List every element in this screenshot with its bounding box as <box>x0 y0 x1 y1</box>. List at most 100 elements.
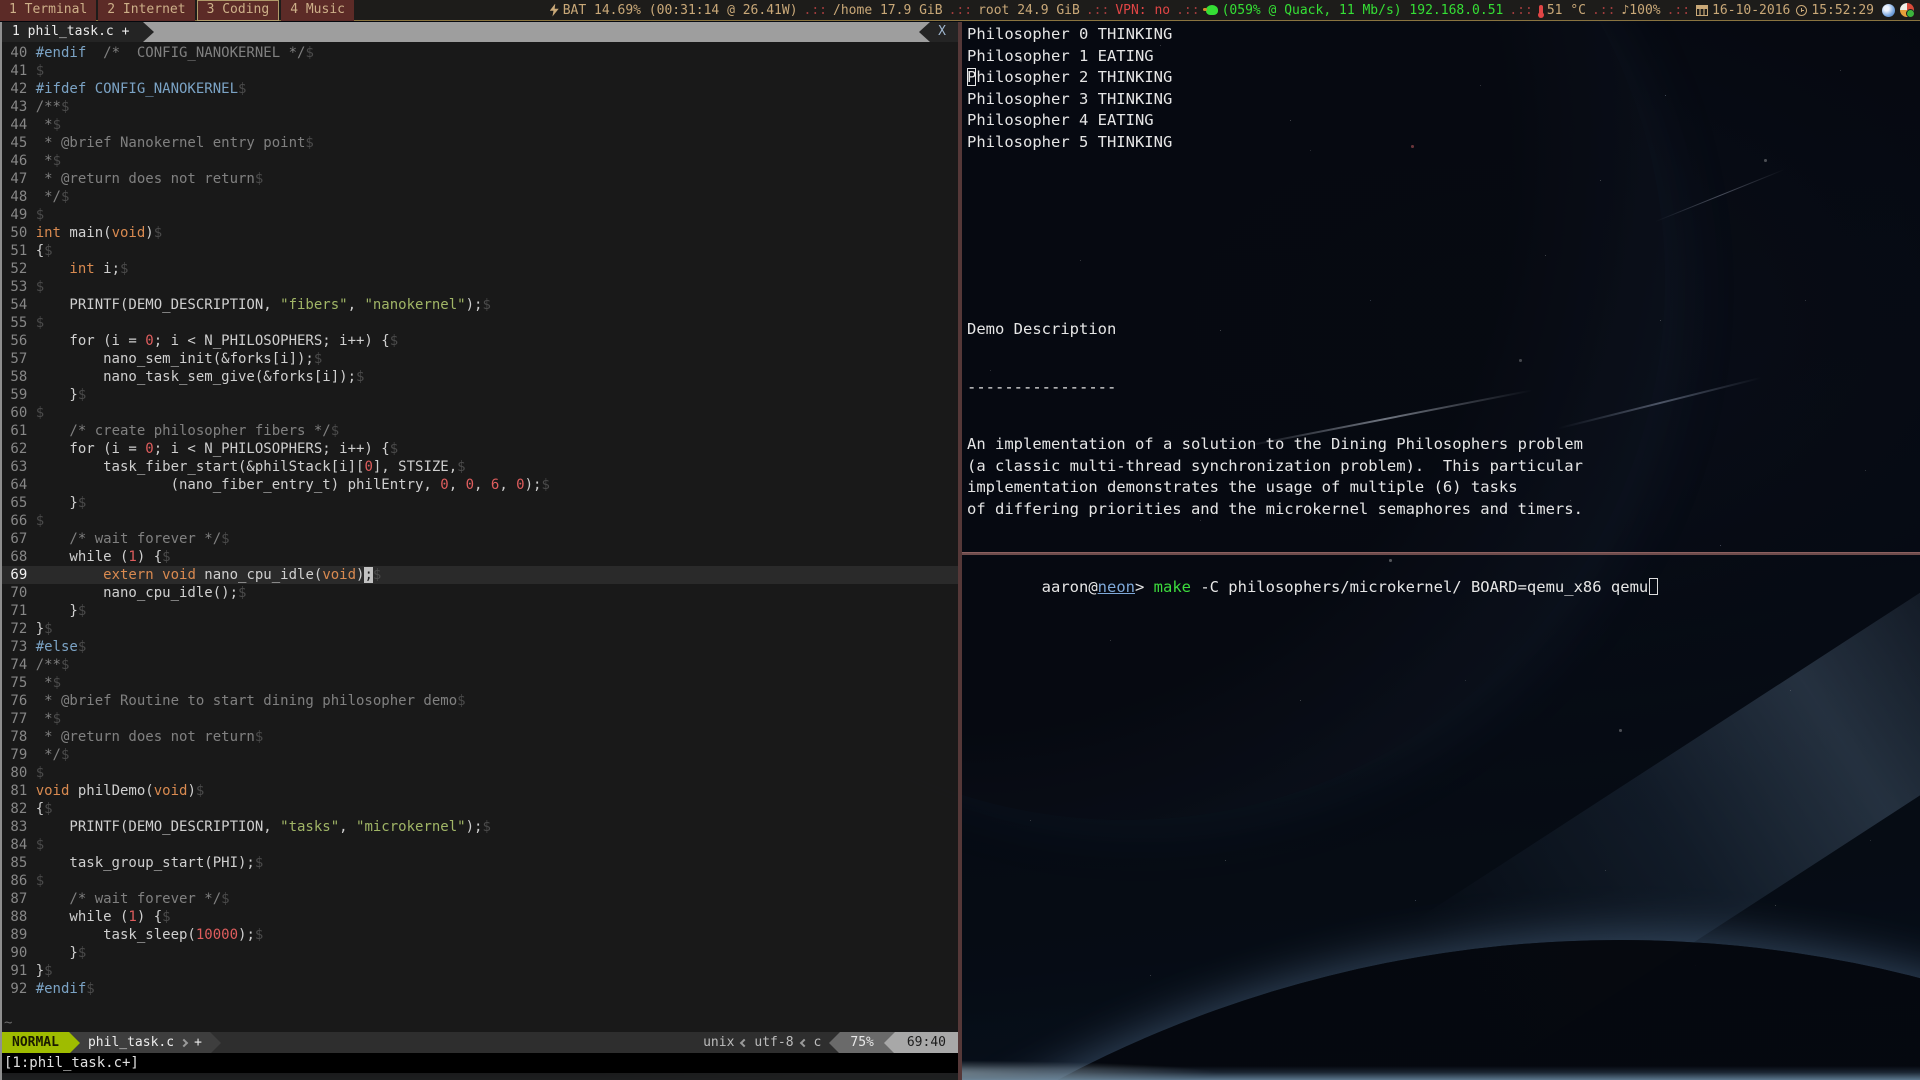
code-line[interactable]: 74/**$ <box>2 656 958 674</box>
code-line[interactable]: 65 }$ <box>2 494 958 512</box>
line-number: 76 <box>2 692 27 710</box>
terminal-window[interactable]: Philosopher 0 THINKINGPhilosopher 1 EATI… <box>962 22 1920 1080</box>
code-line[interactable]: 76 * @brief Routine to start dining phil… <box>2 692 958 710</box>
code-line[interactable]: 66$ <box>2 512 958 530</box>
code-line[interactable]: 47 * @return does not return$ <box>2 170 958 188</box>
code-line[interactable]: 81void philDemo(void)$ <box>2 782 958 800</box>
code-line[interactable]: 52 int i;$ <box>2 260 958 278</box>
line-number: 49 <box>2 206 27 224</box>
horizontal-split-border[interactable] <box>962 552 1920 555</box>
code-line[interactable]: 48 */$ <box>2 188 958 206</box>
code-line[interactable]: 46 *$ <box>2 152 958 170</box>
code-line[interactable]: 42#ifdef CONFIG_NANOKERNEL$ <box>2 80 958 98</box>
workspace-3-coding[interactable]: 3 Coding <box>197 0 280 21</box>
eol-marker: $ <box>154 225 162 241</box>
vpn-status: VPN: no <box>1115 3 1170 18</box>
code-line[interactable]: 75 *$ <box>2 674 958 692</box>
eol-marker: $ <box>53 711 61 727</box>
code-line[interactable]: 51{$ <box>2 242 958 260</box>
code-line[interactable]: 64 (nano_fiber_entry_t) philEntry, 0, 0,… <box>2 476 958 494</box>
code-line[interactable]: 71 }$ <box>2 602 958 620</box>
code-line[interactable]: 45 * @brief Nanokernel entry point$ <box>2 134 958 152</box>
eol-marker: $ <box>36 315 44 331</box>
code-line[interactable]: 55$ <box>2 314 958 332</box>
line-number: 53 <box>2 278 27 296</box>
tab-close-button[interactable]: X <box>930 22 958 42</box>
code-line[interactable]: 67 /* wait forever */$ <box>2 530 958 548</box>
line-number: 50 <box>2 224 27 242</box>
code-line[interactable]: 82{$ <box>2 800 958 818</box>
vim-window[interactable]: 1 phil_task.c + X 40#endif /* CONFIG_NAN… <box>0 22 958 1080</box>
code-area[interactable]: 40#endif /* CONFIG_NANOKERNEL */$41$42#i… <box>2 42 958 1014</box>
status-segments: BAT 14.69% (00:31:14 @ 26.41W) .:: /home… <box>550 3 1920 18</box>
line-number: 92 <box>2 980 27 998</box>
code-line[interactable]: 86$ <box>2 872 958 890</box>
line-number: 40 <box>2 44 27 62</box>
code-line[interactable]: 69 extern void nano_cpu_idle(void);$ <box>2 566 958 584</box>
workspace-2-internet[interactable]: 2 Internet <box>98 0 194 21</box>
code-line[interactable]: 63 task_fiber_start(&philStack[i][0], ST… <box>2 458 958 476</box>
tray-bulb-icon[interactable] <box>1882 4 1895 17</box>
eol-marker: $ <box>238 585 246 601</box>
shell-prompt[interactable]: aaron@neon> make -C philosophers/microke… <box>967 560 1658 614</box>
code-line[interactable]: 79 */$ <box>2 746 958 764</box>
code-line[interactable]: 44 *$ <box>2 116 958 134</box>
eol-marker: $ <box>36 873 44 889</box>
code-line[interactable]: 87 /* wait forever */$ <box>2 890 958 908</box>
code-line[interactable]: 60$ <box>2 404 958 422</box>
philosopher-line: Philosopher 1 EATING <box>967 46 1172 68</box>
vim-tab-current[interactable]: 1 phil_task.c + <box>2 22 143 42</box>
code-line[interactable]: 73#else$ <box>2 638 958 656</box>
code-line[interactable]: 61 /* create philosopher fibers */$ <box>2 422 958 440</box>
demo-title: Demo Description <box>967 319 1583 341</box>
code-line[interactable]: 91}$ <box>2 962 958 980</box>
line-number: 52 <box>2 260 27 278</box>
code-line[interactable]: 49$ <box>2 206 958 224</box>
filetype: c <box>814 1035 822 1050</box>
terminal-cursor: P <box>967 68 976 86</box>
eol-marker: $ <box>255 171 263 187</box>
date: 16-10-2016 <box>1712 3 1790 18</box>
workspace-1-terminal[interactable]: 1 Terminal <box>0 0 96 21</box>
file-format: unix <box>703 1035 734 1050</box>
clock-icon <box>1796 5 1807 16</box>
code-line[interactable]: 58 nano_task_sem_give(&forks[i]);$ <box>2 368 958 386</box>
code-line[interactable]: 56 for (i = 0; i < N_PHILOSOPHERS; i++) … <box>2 332 958 350</box>
code-line[interactable]: 89 task_sleep(10000);$ <box>2 926 958 944</box>
line-number: 73 <box>2 638 27 656</box>
code-line[interactable]: 90 }$ <box>2 944 958 962</box>
eol-marker: $ <box>255 855 263 871</box>
eol-marker: $ <box>36 765 44 781</box>
code-line[interactable]: 88 while (1) {$ <box>2 908 958 926</box>
calendar-icon <box>1696 5 1708 16</box>
code-line[interactable]: 78 * @return does not return$ <box>2 728 958 746</box>
code-line[interactable]: 72}$ <box>2 620 958 638</box>
prompt-host: neon <box>1098 578 1135 596</box>
empty-buffer-line: ~ <box>2 1014 958 1032</box>
code-line[interactable]: 84$ <box>2 836 958 854</box>
code-line[interactable]: 41$ <box>2 62 958 80</box>
philosopher-line: Philosopher 0 THINKING <box>967 24 1172 46</box>
eol-marker: $ <box>162 549 170 565</box>
eol-marker: $ <box>238 81 246 97</box>
code-line[interactable]: 54 PRINTF(DEMO_DESCRIPTION, "fibers", "n… <box>2 296 958 314</box>
status-bar: 1 Terminal 2 Internet 3 Coding 4 Music B… <box>0 0 1920 21</box>
code-line[interactable]: 53$ <box>2 278 958 296</box>
modified-flag: + <box>194 1032 202 1053</box>
code-line[interactable]: 59 }$ <box>2 386 958 404</box>
code-line[interactable]: 83 PRINTF(DEMO_DESCRIPTION, "tasks", "mi… <box>2 818 958 836</box>
code-line[interactable]: 70 nano_cpu_idle();$ <box>2 584 958 602</box>
code-line[interactable]: 85 task_group_start(PHI);$ <box>2 854 958 872</box>
code-line[interactable]: 50int main(void)$ <box>2 224 958 242</box>
workspace-4-music[interactable]: 4 Music <box>281 0 354 21</box>
code-line[interactable]: 40#endif /* CONFIG_NANOKERNEL */$ <box>2 44 958 62</box>
vim-cursor: ; <box>364 567 372 583</box>
code-line[interactable]: 80$ <box>2 764 958 782</box>
code-line[interactable]: 57 nano_sem_init(&forks[i]);$ <box>2 350 958 368</box>
code-line[interactable]: 68 while (1) {$ <box>2 548 958 566</box>
code-line[interactable]: 43/**$ <box>2 98 958 116</box>
code-line[interactable]: 92#endif$ <box>2 980 958 998</box>
code-line[interactable]: 62 for (i = 0; i < N_PHILOSOPHERS; i++) … <box>2 440 958 458</box>
tray-updater-icon[interactable] <box>1900 3 1914 17</box>
code-line[interactable]: 77 *$ <box>2 710 958 728</box>
